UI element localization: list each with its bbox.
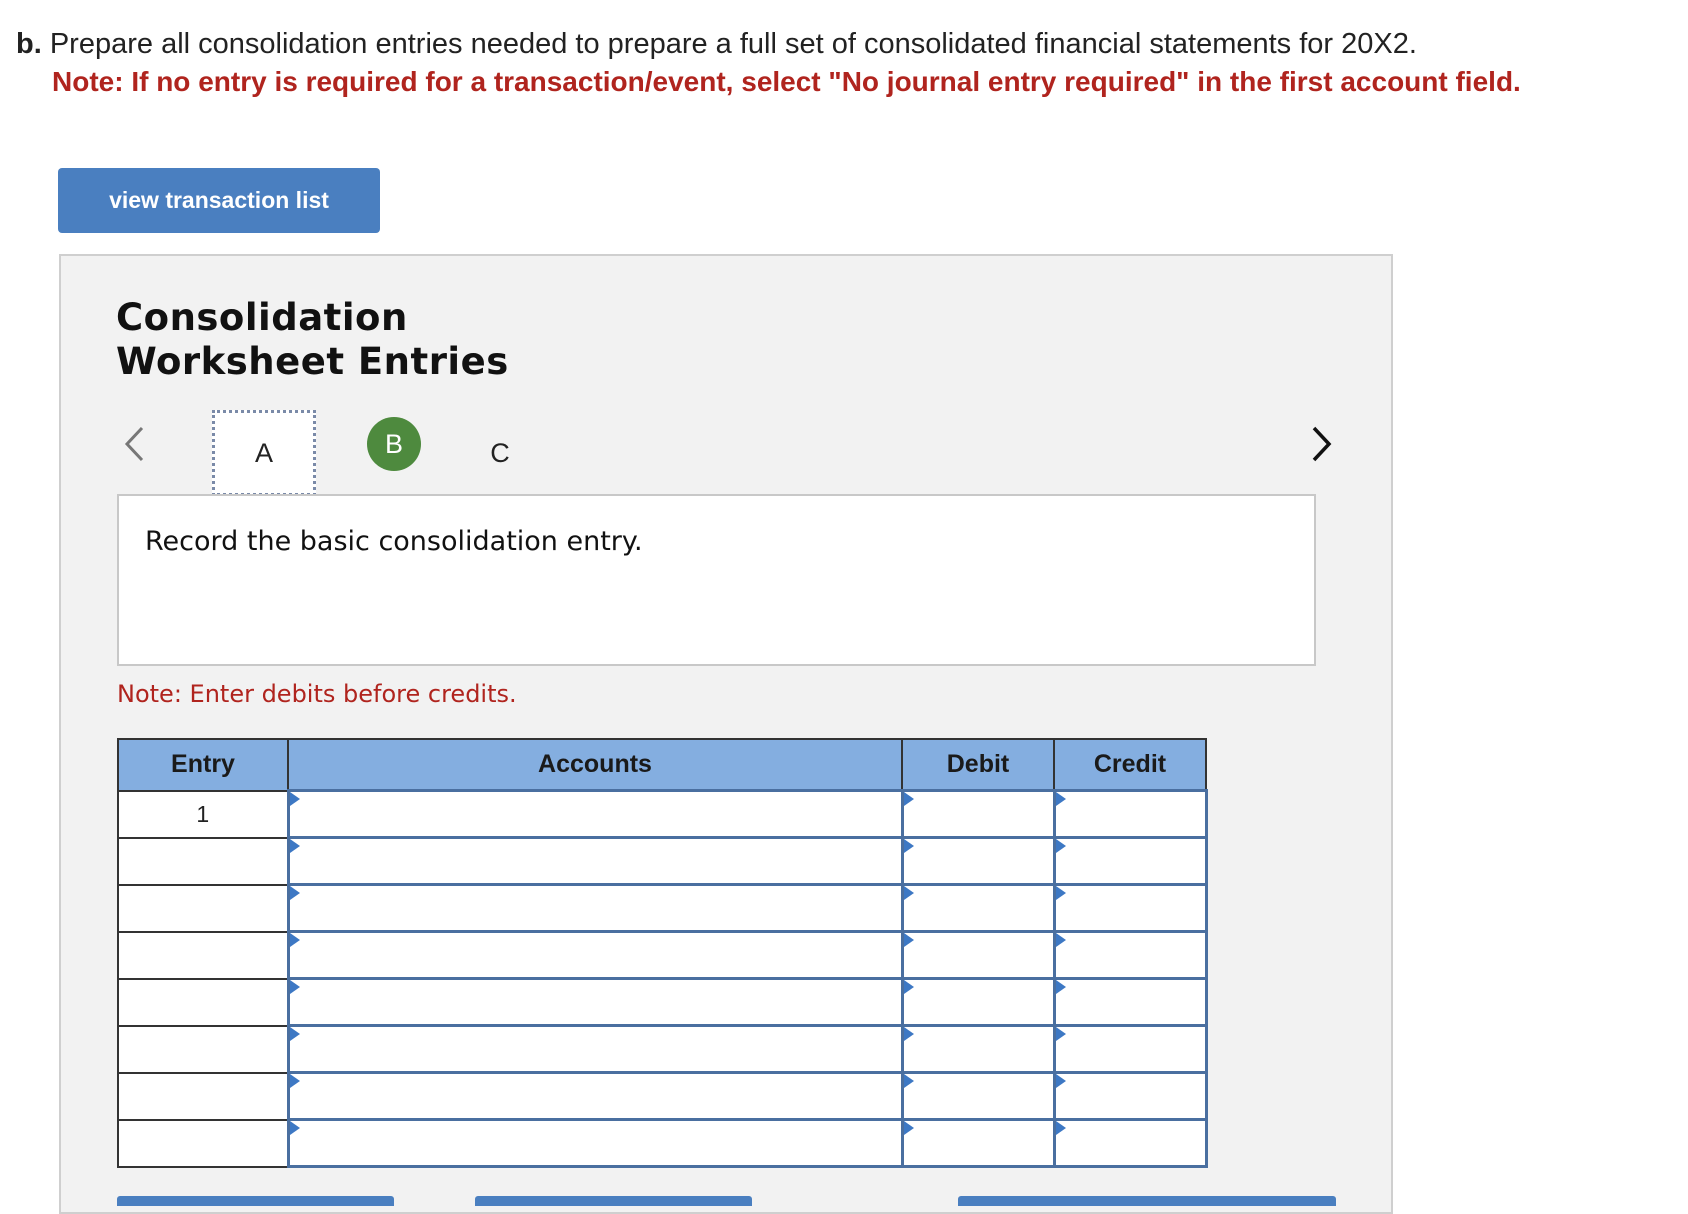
chevron-right-icon[interactable] [1304, 420, 1338, 468]
debit-input-field-cell [900, 1071, 1056, 1121]
debit-input-field-cell [900, 977, 1056, 1027]
account-select-field[interactable] [291, 935, 899, 975]
account-select-field-cell [286, 1024, 904, 1074]
tab-c[interactable]: C [470, 410, 530, 496]
credit-input-field-cell [1052, 930, 1208, 980]
bottom-button-2[interactable] [475, 1196, 752, 1206]
debit-input-field-cell [900, 883, 1056, 933]
journal-row [117, 836, 1208, 886]
account-select-field[interactable] [291, 1076, 899, 1116]
header-credit: Credit [1053, 738, 1207, 792]
tab-b-label: B [384, 428, 403, 459]
journal-row: 1 [117, 789, 1208, 839]
bottom-button-3[interactable] [958, 1196, 1336, 1206]
question-prefix: b. [16, 28, 42, 60]
account-select-field-cell [286, 977, 904, 1027]
debit-input-field[interactable] [905, 888, 1051, 928]
instruction-text: Record the basic consolidation entry. [145, 526, 643, 557]
tab-b[interactable]: B [367, 417, 421, 471]
account-select-field[interactable] [291, 1123, 899, 1163]
credit-input-field[interactable] [1057, 841, 1203, 881]
journal-row [117, 1118, 1208, 1168]
entry-number-cell [117, 1118, 289, 1168]
tab-c-label: C [490, 437, 510, 468]
debit-input-field[interactable] [905, 1029, 1051, 1069]
debit-input-field[interactable] [905, 982, 1051, 1022]
tab-a-label: A [254, 437, 273, 468]
debit-input-field-cell [900, 930, 1056, 980]
credit-input-field[interactable] [1057, 888, 1203, 928]
tab-a[interactable]: A [212, 410, 316, 496]
account-select-field-cell [286, 930, 904, 980]
entry-number-cell [117, 1024, 289, 1074]
question-text: b. Prepare all consolidation entries nee… [16, 26, 1417, 62]
credit-input-field[interactable] [1057, 982, 1203, 1022]
debit-input-field[interactable] [905, 935, 1051, 975]
debit-input-field-cell [900, 1024, 1056, 1074]
debit-input-field-cell [900, 1118, 1056, 1168]
account-select-field[interactable] [291, 794, 899, 834]
account-select-field-cell [286, 1071, 904, 1121]
entry-number-cell [117, 1071, 289, 1121]
entry-number-cell: 1 [117, 789, 289, 839]
account-select-field[interactable] [291, 1029, 899, 1069]
panel-title-line2: Worksheet Entries [116, 340, 509, 383]
credit-input-field-cell [1052, 883, 1208, 933]
account-select-field-cell [286, 789, 904, 839]
account-select-field-cell [286, 1118, 904, 1168]
debit-input-field-cell [900, 789, 1056, 839]
question-note: Note: If no entry is required for a tran… [52, 66, 1521, 97]
credit-input-field-cell [1052, 977, 1208, 1027]
debit-input-field[interactable] [905, 1123, 1051, 1163]
journal-row [117, 883, 1208, 933]
account-select-field[interactable] [291, 982, 899, 1022]
header-debit: Debit [901, 738, 1055, 792]
credit-input-field[interactable] [1057, 1029, 1203, 1069]
account-select-field[interactable] [291, 841, 899, 881]
credit-input-field[interactable] [1057, 1123, 1203, 1163]
header-entry: Entry [117, 738, 289, 792]
debits-note: Note: Enter debits before credits. [117, 680, 517, 708]
debit-input-field[interactable] [905, 1076, 1051, 1116]
panel-title: Consolidation Worksheet Entries [116, 296, 509, 384]
credit-input-field[interactable] [1057, 935, 1203, 975]
journal-header-row: Entry Accounts Debit Credit [117, 738, 1207, 792]
journal-table: Entry Accounts Debit Credit 1 [117, 738, 1208, 1168]
credit-input-field-cell [1052, 836, 1208, 886]
entry-number-cell [117, 836, 289, 886]
credit-input-field[interactable] [1057, 1076, 1203, 1116]
account-select-field[interactable] [291, 888, 899, 928]
view-transaction-list-button[interactable]: view transaction list [58, 168, 380, 233]
bottom-button-1[interactable] [117, 1196, 394, 1206]
journal-row [117, 930, 1208, 980]
account-select-field-cell [286, 883, 904, 933]
debit-input-field[interactable] [905, 794, 1051, 834]
header-accounts: Accounts [287, 738, 903, 792]
entry-number-cell [117, 930, 289, 980]
journal-row [117, 1024, 1208, 1074]
entry-number-cell [117, 883, 289, 933]
entry-number-cell [117, 977, 289, 1027]
credit-input-field-cell [1052, 789, 1208, 839]
chevron-left-icon[interactable] [118, 420, 152, 468]
journal-row [117, 977, 1208, 1027]
question-body: Prepare all consolidation entries needed… [49, 28, 1417, 60]
credit-input-field[interactable] [1057, 794, 1203, 834]
instruction-box: Record the basic consolidation entry. [117, 494, 1316, 666]
credit-input-field-cell [1052, 1024, 1208, 1074]
journal-row [117, 1071, 1208, 1121]
credit-input-field-cell [1052, 1071, 1208, 1121]
account-select-field-cell [286, 836, 904, 886]
credit-input-field-cell [1052, 1118, 1208, 1168]
debit-input-field-cell [900, 836, 1056, 886]
panel-title-line1: Consolidation [116, 296, 408, 339]
debit-input-field[interactable] [905, 841, 1051, 881]
